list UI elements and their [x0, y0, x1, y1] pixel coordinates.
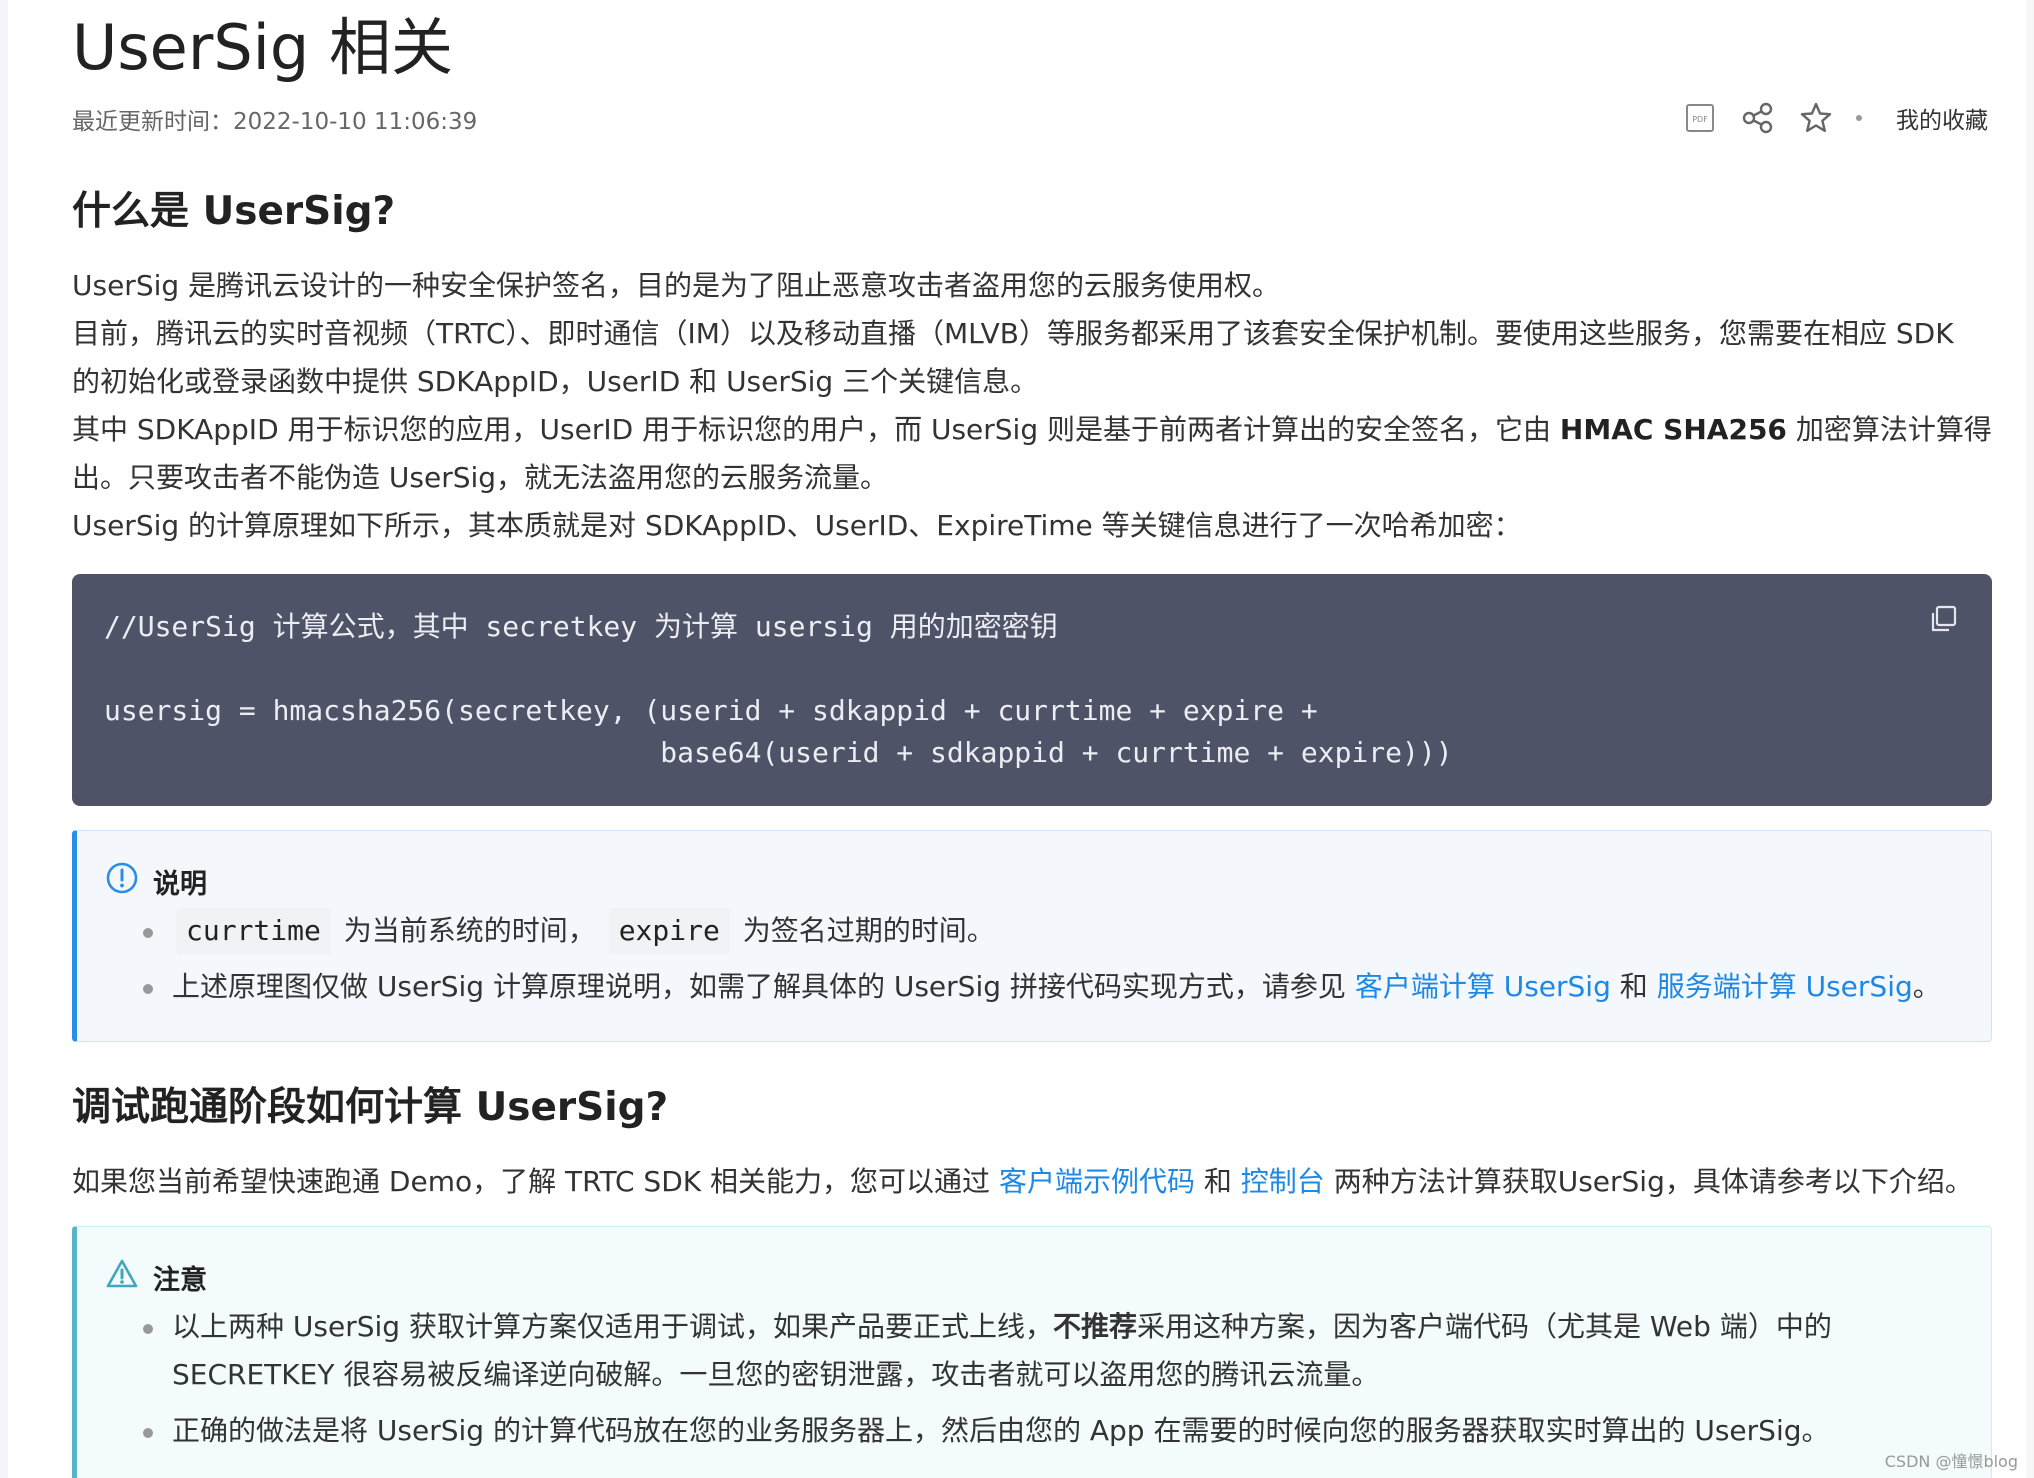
left-rail [0, 0, 8, 1478]
paragraph-text: 和 [1203, 1165, 1232, 1198]
warning-callout: 注意 以上两种 UserSig 获取计算方案仅适用于调试，如果产品要正式上线，不… [72, 1226, 1992, 1478]
paragraph-text: 加密算法计算得 [1795, 413, 1992, 446]
intro-paragraphs: UserSig 是腾讯云设计的一种安全保护签名，目的是为了阻止恶意攻击者盗用您的… [72, 262, 1992, 550]
list-text: 采用这种方案，因为客户端代码（尤其是 Web 端）中的 [1136, 1310, 1832, 1343]
code-line: usersig = hmacsha256(secretkey, (userid … [104, 694, 1318, 727]
paragraph-line: 其中 SDKAppID 用于标识您的应用，UserID 用于标识您的用户，而 U… [72, 406, 1992, 454]
warning-icon [105, 1257, 139, 1298]
paragraph-text: 两种方法计算获取UserSig，具体请参考以下介绍。 [1333, 1165, 1973, 1198]
last-updated: 最近更新时间：2022-10-10 11:06:39 [72, 109, 478, 135]
share-icon[interactable] [1740, 100, 1776, 136]
code-block: //UserSig 计算公式，其中 secretkey 为计算 usersig … [72, 574, 1992, 806]
console-link[interactable]: 控制台 [1241, 1165, 1325, 1198]
list-text: 上述原理图仅做 UserSig 计算原理说明，如需了解具体的 UserSig 拼… [172, 970, 1346, 1003]
paragraph-line: 出。只要攻击者不能伪造 UserSig，就无法盗用您的云服务流量。 [72, 461, 889, 494]
pdf-icon[interactable]: PDF [1682, 100, 1718, 136]
my-favorites-link[interactable]: 我的收藏 [1896, 101, 1988, 135]
list-text: 以上两种 UserSig 获取计算方案仅适用于调试，如果产品要正式上线， [172, 1310, 1053, 1343]
paragraph-line: 如果您当前希望快速跑通 Demo，了解 TRTC SDK 相关能力，您可以通过 … [72, 1158, 1992, 1206]
doc-toolbar: PDF 我的收藏 [1682, 96, 1988, 140]
section-heading-what-is-usersig: 什么是 UserSig? [72, 189, 396, 234]
list-item-continuation: SECRETKEY 很容易被反编译逆向破解。一旦您的密钥泄露，攻击者就可以盗用您… [172, 1351, 1832, 1399]
list-text: 和 [1619, 970, 1648, 1003]
list-text: 为当前系统的时间， [343, 914, 596, 947]
note-callout: 说明 currtime 为当前系统的时间， expire 为签名过期的时间。 上… [72, 830, 1992, 1042]
list-item: currtime 为当前系统的时间， expire 为签名过期的时间。 [143, 907, 1941, 955]
warning-title: 注意 [153, 1265, 207, 1296]
code-line: //UserSig 计算公式，其中 secretkey 为计算 usersig … [104, 610, 1058, 643]
paragraph-line: 的初始化或登录函数中提供 SDKAppID，UserID 和 UserSig 三… [72, 365, 1039, 398]
paragraph-line: UserSig 是腾讯云设计的一种安全保护签名，目的是为了阻止恶意攻击者盗用您的… [72, 269, 1281, 302]
debug-paragraph: 如果您当前希望快速跑通 Demo，了解 TRTC SDK 相关能力，您可以通过 … [72, 1158, 1992, 1206]
separator-dot [1856, 115, 1862, 121]
paragraph-line: 目前，腾讯云的实时音视频（TRTC）、即时通信（IM）以及移动直播（MLVB）等… [72, 317, 1954, 350]
svg-text:PDF: PDF [1692, 115, 1708, 124]
list-text: SECRETKEY 很容易被反编译逆向破解。一旦您的密钥泄露，攻击者就可以盗用您… [172, 1358, 1380, 1391]
note-list: currtime 为当前系统的时间， expire 为签名过期的时间。 上述原理… [143, 907, 1941, 1011]
inline-code: expire [608, 908, 730, 954]
client-sample-code-link[interactable]: 客户端示例代码 [999, 1165, 1195, 1198]
warning-header: 注意 [105, 1257, 207, 1298]
paragraph-line: UserSig 的计算原理如下所示，其本质就是对 SDKAppID、UserID… [72, 509, 1522, 542]
inline-code: currtime [176, 908, 331, 954]
page-title: UserSig 相关 [72, 11, 453, 84]
bold-term: 不推荐 [1052, 1310, 1137, 1343]
server-usersig-link[interactable]: 服务端计算 UserSig [1657, 970, 1913, 1003]
list-item: 正确的做法是将 UserSig 的计算代码放在您的业务服务器上，然后由您的 Ap… [143, 1407, 1832, 1455]
scrollbar-track[interactable] [2026, 0, 2034, 1478]
section-heading-debug-usersig: 调试跑通阶段如何计算 UserSig? [72, 1085, 669, 1130]
list-item: 以上两种 UserSig 获取计算方案仅适用于调试，如果产品要正式上线，不推荐采… [143, 1303, 1832, 1351]
list-text: 。 [1912, 970, 1941, 1003]
copy-icon[interactable] [1928, 604, 1960, 636]
code-line: base64(userid + sdkappid + currtime + ex… [104, 736, 1453, 769]
paragraph-text: 如果您当前希望快速跑通 Demo，了解 TRTC SDK 相关能力，您可以通过 [72, 1165, 991, 1198]
warning-list: 以上两种 UserSig 获取计算方案仅适用于调试，如果产品要正式上线，不推荐采… [143, 1303, 1832, 1455]
note-title: 说明 [153, 869, 207, 900]
list-text: 为签名过期的时间。 [742, 914, 995, 947]
list-item: 上述原理图仅做 UserSig 计算原理说明，如需了解具体的 UserSig 拼… [143, 963, 1941, 1011]
watermark: CSDN @憧憬blog [1884, 1452, 2018, 1471]
paragraph-text: 其中 SDKAppID 用于标识您的应用，UserID 用于标识您的用户，而 U… [72, 413, 1552, 446]
star-icon[interactable] [1798, 100, 1834, 136]
client-usersig-link[interactable]: 客户端计算 UserSig [1355, 970, 1611, 1003]
info-icon [105, 861, 139, 902]
bold-term: HMAC SHA256 [1559, 413, 1787, 446]
list-text: 正确的做法是将 UserSig 的计算代码放在您的业务服务器上，然后由您的 Ap… [172, 1414, 1830, 1447]
note-header: 说明 [105, 861, 207, 902]
